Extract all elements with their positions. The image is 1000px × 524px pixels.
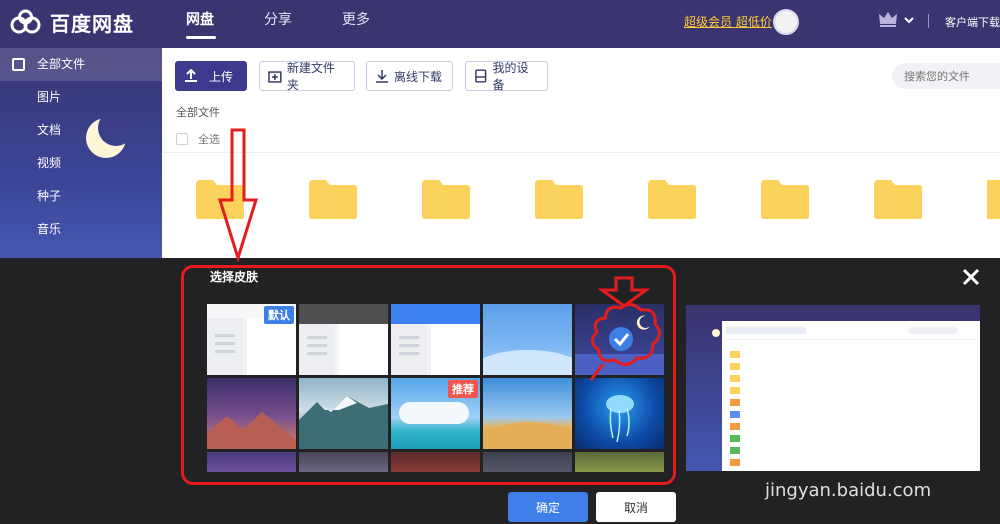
my-devices-button[interactable]: 我的设备 bbox=[465, 61, 548, 92]
file-area: 上传 新建文件夹 离线下载 我的设备 全部文件 全选 bbox=[162, 48, 1000, 258]
crown-icon[interactable] bbox=[878, 10, 898, 28]
nav-netdisk[interactable]: 网盘 bbox=[186, 0, 264, 48]
folder-icon[interactable] bbox=[308, 178, 358, 220]
sidebar-item-label: 全部文件 bbox=[37, 57, 86, 71]
select-all-label: 全选 bbox=[198, 133, 220, 146]
moon-decoration-icon bbox=[86, 118, 126, 158]
avatar[interactable] bbox=[773, 9, 799, 35]
sidebar-item-documents[interactable]: 文档 bbox=[0, 114, 162, 147]
offline-download-label: 离线下载 bbox=[394, 69, 443, 84]
sidebar-item-images[interactable]: 图片 bbox=[0, 81, 162, 114]
breadcrumb: 全部文件 bbox=[176, 106, 220, 119]
new-folder-icon bbox=[268, 71, 282, 83]
cloud-logo-icon bbox=[10, 9, 41, 33]
select-all-checkbox[interactable] bbox=[176, 133, 188, 145]
header-divider bbox=[928, 14, 929, 28]
device-icon bbox=[475, 69, 487, 83]
svg-text:经验: 经验 bbox=[900, 434, 950, 467]
sidebar-item-label: 视频 bbox=[37, 156, 62, 170]
folder-icon[interactable] bbox=[534, 178, 584, 220]
folder-icon[interactable] bbox=[421, 178, 471, 220]
baidu-watermark-logo: Bai 经验 bbox=[760, 424, 950, 469]
folder-icon[interactable] bbox=[873, 178, 923, 220]
nav-more[interactable]: 更多 bbox=[342, 0, 420, 48]
chevron-down-icon[interactable] bbox=[903, 14, 915, 26]
close-icon[interactable] bbox=[961, 267, 981, 287]
sidebar-item-all-files[interactable]: 全部文件 bbox=[0, 48, 162, 81]
sidebar-item-label: 种子 bbox=[37, 189, 62, 203]
folder-icon[interactable] bbox=[647, 178, 697, 220]
annotation-arrow-down-icon bbox=[218, 128, 258, 262]
confirm-button[interactable]: 确定 bbox=[508, 492, 588, 522]
sidebar-item-videos[interactable]: 视频 bbox=[0, 147, 162, 180]
list-divider bbox=[162, 152, 1000, 153]
watermark-url: jingyan.baidu.com bbox=[765, 480, 932, 501]
new-folder-label: 新建文件夹 bbox=[286, 61, 335, 92]
sidebar-item-music[interactable]: 音乐 bbox=[0, 213, 162, 246]
cancel-button[interactable]: 取消 bbox=[596, 492, 676, 522]
sidebar-item-label: 音乐 bbox=[37, 222, 62, 236]
folder-icon[interactable] bbox=[986, 178, 1000, 220]
select-all[interactable]: 全选 bbox=[176, 131, 220, 147]
new-folder-button[interactable]: 新建文件夹 bbox=[259, 61, 355, 92]
vip-promo-link[interactable]: 超级会员 超低价 bbox=[684, 13, 772, 30]
sidebar: 全部文件 图片 文档 视频 种子 音乐 bbox=[0, 48, 162, 258]
download-icon bbox=[376, 70, 388, 83]
logo[interactable]: 百度网盘 bbox=[8, 8, 134, 37]
annotation-cloud-icon bbox=[589, 303, 661, 381]
sidebar-item-label: 文档 bbox=[37, 123, 62, 137]
sidebar-item-label: 图片 bbox=[37, 90, 62, 104]
offline-download-button[interactable]: 离线下载 bbox=[366, 61, 453, 91]
folder-icon[interactable] bbox=[760, 178, 810, 220]
files-icon bbox=[12, 58, 25, 71]
main-nav: 网盘 分享 更多 bbox=[186, 0, 420, 48]
upload-icon bbox=[185, 69, 197, 82]
sidebar-item-torrents[interactable]: 种子 bbox=[0, 180, 162, 213]
top-bar: 百度网盘 网盘 分享 更多 超级会员 超低价 客户端下载 bbox=[0, 0, 1000, 48]
nav-share[interactable]: 分享 bbox=[264, 0, 342, 48]
client-download-link[interactable]: 客户端下载 bbox=[945, 14, 1000, 30]
app-name: 百度网盘 bbox=[50, 12, 134, 36]
my-devices-label: 我的设备 bbox=[492, 61, 529, 92]
upload-button[interactable]: 上传 bbox=[175, 61, 247, 91]
search-input[interactable] bbox=[892, 63, 1000, 89]
upload-label: 上传 bbox=[209, 69, 234, 84]
svg-text:Bai: Bai bbox=[760, 429, 821, 469]
